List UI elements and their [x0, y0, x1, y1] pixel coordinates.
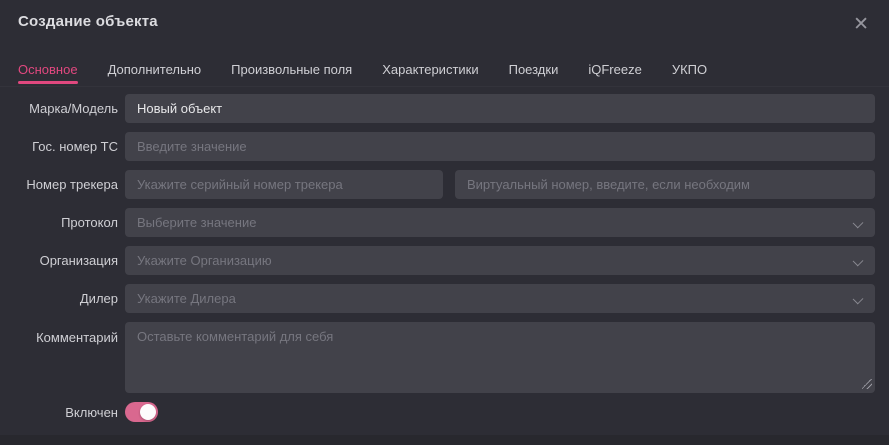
field-label-protocol: Протокол: [61, 215, 118, 230]
chevron-down-icon: [852, 217, 864, 229]
modal-title: Создание объекта: [18, 13, 158, 30]
field-label-comment: Комментарий: [36, 330, 118, 345]
organization-select[interactable]: Укажите Организацию: [125, 246, 875, 275]
organization-select-placeholder: Укажите Организацию: [137, 253, 272, 268]
tab-bar: Основное Дополнительно Произвольные поля…: [0, 62, 889, 87]
comment-textarea[interactable]: [125, 322, 875, 393]
field-label-brand-model: Марка/Модель: [29, 101, 118, 116]
enabled-toggle[interactable]: [125, 402, 158, 422]
form-row-gov-number: Гос. номер ТС: [0, 132, 875, 161]
form-row-protocol: Протокол Выберите значение: [0, 208, 875, 237]
page-background-strip: [0, 435, 889, 445]
field-label-organization: Организация: [39, 253, 118, 268]
form-row-enabled: Включен: [0, 402, 875, 422]
protocol-select-placeholder: Выберите значение: [137, 215, 257, 230]
chevron-down-icon: [852, 255, 864, 267]
tab-iqfreeze[interactable]: iQFreeze: [588, 62, 641, 86]
gov-number-input[interactable]: [125, 132, 875, 161]
chevron-down-icon: [852, 293, 864, 305]
create-object-form: Марка/Модель Гос. номер ТС Номер трекера…: [0, 94, 889, 422]
dealer-select[interactable]: Укажите Дилера: [125, 284, 875, 313]
tab-ukpo[interactable]: УКПО: [672, 62, 707, 86]
close-icon[interactable]: ✕: [853, 15, 869, 34]
form-row-comment: Комментарий: [0, 322, 875, 393]
resize-handle-icon[interactable]: [862, 379, 872, 389]
tracker-virtual-input[interactable]: [455, 170, 875, 199]
brand-model-input[interactable]: [125, 94, 875, 123]
form-row-brand-model: Марка/Модель: [0, 94, 875, 123]
tab-trips[interactable]: Поездки: [509, 62, 559, 86]
field-label-dealer: Дилер: [79, 291, 118, 306]
form-row-organization: Организация Укажите Организацию: [0, 246, 875, 275]
field-label-enabled: Включен: [65, 404, 118, 420]
tab-custom-fields[interactable]: Произвольные поля: [231, 62, 352, 86]
field-label-tracker: Номер трекера: [26, 177, 118, 192]
tab-additional[interactable]: Дополнительно: [108, 62, 202, 86]
tab-characteristics[interactable]: Характеристики: [382, 62, 478, 86]
dealer-select-placeholder: Укажите Дилера: [137, 291, 236, 306]
create-object-modal: Создание объекта ✕ Основное Дополнительн…: [0, 0, 889, 435]
form-row-dealer: Дилер Укажите Дилера: [0, 284, 875, 313]
protocol-select[interactable]: Выберите значение: [125, 208, 875, 237]
field-label-gov-number: Гос. номер ТС: [32, 139, 118, 154]
modal-header: Создание объекта ✕: [0, 0, 889, 34]
tab-main[interactable]: Основное: [18, 62, 78, 86]
tracker-serial-input[interactable]: [125, 170, 443, 199]
form-row-tracker: Номер трекера: [0, 170, 875, 199]
toggle-knob: [140, 404, 156, 420]
